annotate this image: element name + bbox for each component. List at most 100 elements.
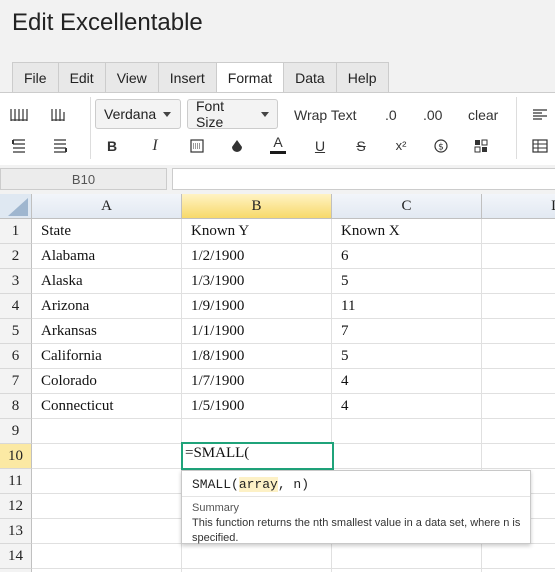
table-cell[interactable]: 1/5/1900 [182, 394, 332, 419]
table-cell[interactable]: 6 [332, 244, 482, 269]
select-all-corner[interactable] [0, 194, 32, 219]
table-cell[interactable] [482, 444, 555, 469]
table-cell[interactable] [32, 494, 182, 519]
borders-icon[interactable] [187, 136, 207, 156]
row-header[interactable]: 8 [0, 394, 32, 419]
text-color-button[interactable]: A [268, 134, 288, 154]
tab-format[interactable]: Format [215, 62, 285, 94]
row-header[interactable]: 1 [0, 219, 32, 244]
table-cell[interactable] [32, 519, 182, 544]
tab-insert[interactable]: Insert [157, 62, 217, 92]
table-cell[interactable]: 4 [332, 369, 482, 394]
table-cell[interactable]: Arizona [32, 294, 182, 319]
table-cell[interactable]: 7 [332, 319, 482, 344]
decrease-decimal-button[interactable]: .0 [385, 107, 397, 123]
table-cell[interactable] [482, 219, 555, 244]
table-cell[interactable]: 1/7/1900 [182, 369, 332, 394]
hint-description: This function returns the nth smallest v… [192, 517, 521, 544]
table-cell[interactable]: 1/8/1900 [182, 344, 332, 369]
column-header-a[interactable]: A [32, 194, 182, 219]
delete-row-icon[interactable] [50, 136, 70, 156]
row-header[interactable]: 9 [0, 419, 32, 444]
font-size-dropdown[interactable]: Font Size [187, 98, 278, 130]
table-cell[interactable] [182, 544, 332, 569]
table-cell[interactable] [482, 269, 555, 294]
cell-editor[interactable]: =SMALL( [181, 442, 334, 470]
italic-button[interactable]: I [145, 136, 165, 156]
table-cell[interactable]: Known Y [182, 219, 332, 244]
row-header[interactable]: 12 [0, 494, 32, 519]
tab-help[interactable]: Help [335, 62, 389, 92]
table-cell[interactable] [482, 419, 555, 444]
tab-data[interactable]: Data [283, 62, 337, 92]
table-cell[interactable]: 5 [332, 269, 482, 294]
name-box[interactable]: B10 [0, 168, 167, 190]
tab-edit[interactable]: Edit [57, 62, 106, 92]
increase-decimal-button[interactable]: .00 [423, 107, 442, 123]
row-header[interactable]: 7 [0, 369, 32, 394]
row-header[interactable]: 14 [0, 544, 32, 569]
table-cell[interactable] [482, 244, 555, 269]
underline-button[interactable]: U [310, 136, 330, 156]
row-header[interactable]: 11 [0, 469, 32, 494]
table-cell[interactable] [482, 394, 555, 419]
table-cell[interactable] [332, 544, 482, 569]
table-icon[interactable] [530, 136, 550, 156]
table-cell[interactable] [332, 444, 482, 469]
column-header-c[interactable]: C [332, 194, 482, 219]
align-left-icon[interactable] [530, 105, 550, 125]
table-cell[interactable]: 1/1/1900 [182, 319, 332, 344]
insert-column-icon[interactable] [9, 105, 29, 125]
table-cell[interactable] [482, 319, 555, 344]
fill-color-icon[interactable] [227, 136, 247, 156]
table-cell[interactable]: 4 [332, 394, 482, 419]
table-cell[interactable]: 11 [332, 294, 482, 319]
row-header[interactable]: 6 [0, 344, 32, 369]
bold-button[interactable]: B [102, 136, 122, 156]
table-cell[interactable]: 1/9/1900 [182, 294, 332, 319]
tab-view[interactable]: View [104, 62, 159, 92]
clear-format-button[interactable]: clear [468, 107, 498, 123]
table-cell[interactable]: 1/2/1900 [182, 244, 332, 269]
currency-icon[interactable]: $ [431, 136, 451, 156]
table-cell[interactable]: Alabama [32, 244, 182, 269]
font-family-dropdown[interactable]: Verdana [95, 99, 181, 129]
row-header[interactable]: 3 [0, 269, 32, 294]
row-header[interactable]: 4 [0, 294, 32, 319]
table-cell[interactable]: 5 [332, 344, 482, 369]
table-cell[interactable] [482, 544, 555, 569]
conditional-format-icon[interactable] [471, 136, 491, 156]
wrap-text-button[interactable]: Wrap Text [294, 107, 357, 123]
table-cell[interactable] [332, 419, 482, 444]
column-header-d[interactable]: D [482, 194, 555, 219]
row-header[interactable]: 5 [0, 319, 32, 344]
hint-divider [182, 496, 530, 497]
table-cell[interactable] [32, 419, 182, 444]
table-cell[interactable] [482, 294, 555, 319]
table-cell[interactable]: Colorado [32, 369, 182, 394]
table-cell[interactable]: Connecticut [32, 394, 182, 419]
column-header-b[interactable]: B [182, 194, 332, 219]
insert-row-icon[interactable] [50, 105, 70, 125]
table-cell[interactable]: Known X [332, 219, 482, 244]
table-cell[interactable]: Arkansas [32, 319, 182, 344]
table-cell[interactable] [482, 369, 555, 394]
table-cell[interactable]: State [32, 219, 182, 244]
table-cell[interactable]: California [32, 344, 182, 369]
row-header[interactable]: 2 [0, 244, 32, 269]
row-header[interactable]: 10 [0, 444, 32, 469]
table-cell[interactable]: 1/3/1900 [182, 269, 332, 294]
table-cell[interactable] [32, 469, 182, 494]
tab-file[interactable]: File [12, 62, 59, 92]
table-cell[interactable] [182, 419, 332, 444]
table-cell[interactable] [482, 344, 555, 369]
table-cell[interactable] [32, 444, 182, 469]
function-arg-highlight: array [238, 477, 278, 492]
table-cell[interactable] [32, 544, 182, 569]
row-header[interactable]: 13 [0, 519, 32, 544]
formula-input[interactable] [172, 168, 555, 190]
superscript-button[interactable]: x² [391, 135, 411, 155]
strikethrough-button[interactable]: S [351, 136, 371, 156]
table-cell[interactable]: Alaska [32, 269, 182, 294]
delete-column-icon[interactable] [9, 136, 29, 156]
